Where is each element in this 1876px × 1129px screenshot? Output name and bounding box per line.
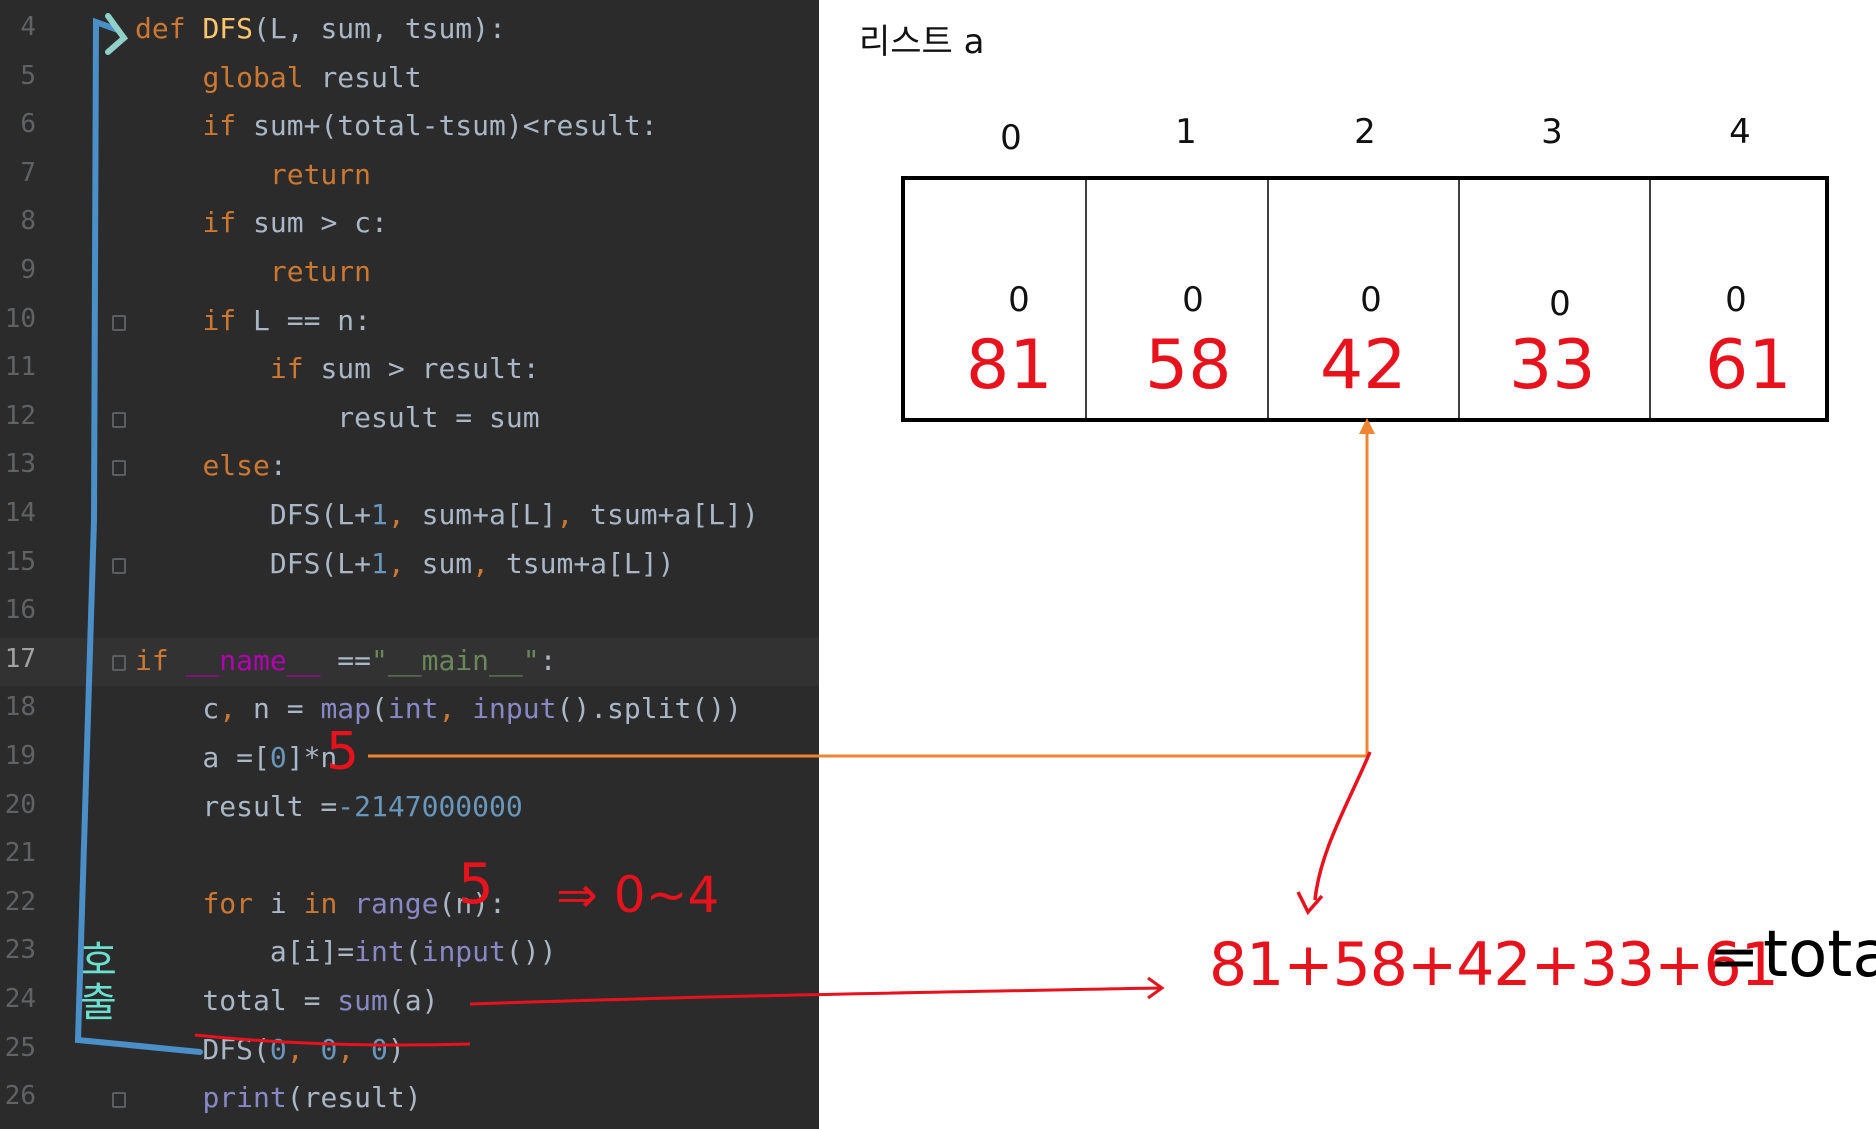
overlay-drawing	[74, 13, 1829, 1055]
red-arrow-head	[1296, 891, 1324, 916]
recursion-bracket-head	[105, 13, 129, 55]
recursion-bracket	[74, 17, 203, 1055]
total-arrow	[469, 986, 1161, 1006]
array-box	[901, 176, 1829, 422]
red-arrow	[1313, 751, 1372, 901]
orange-arrow	[368, 428, 1369, 758]
total-underline	[194, 1033, 471, 1047]
